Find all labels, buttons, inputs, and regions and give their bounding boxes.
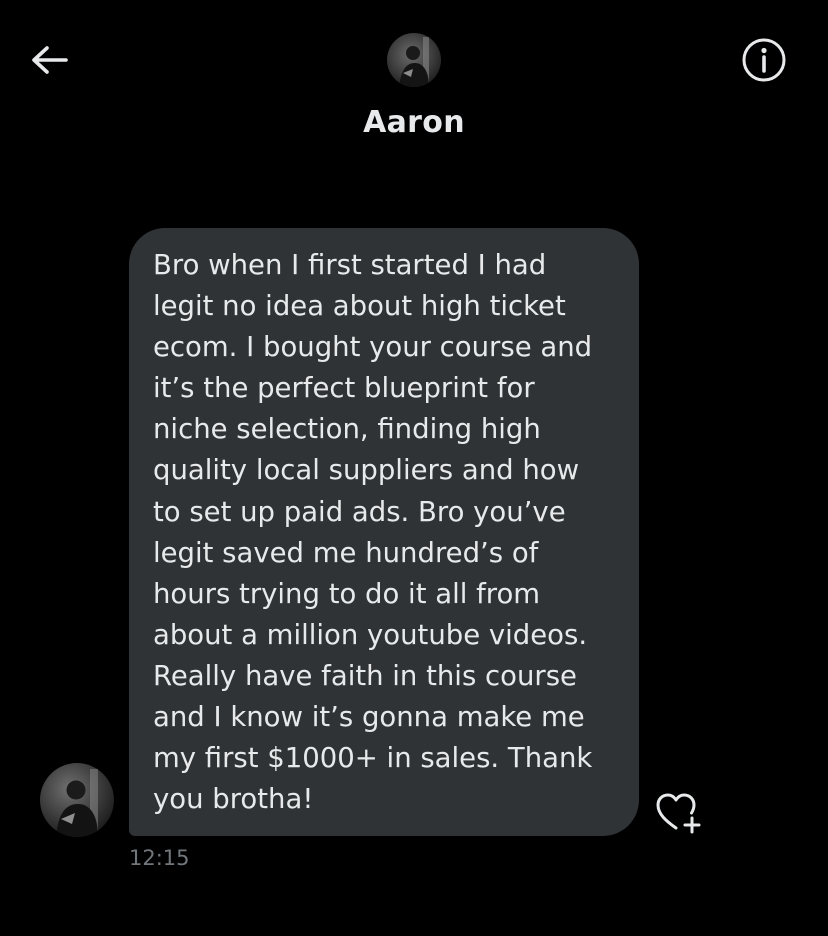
profile-photo — [387, 33, 441, 87]
arrow-left-icon — [32, 46, 68, 74]
message-bubble[interactable]: Bro when I first started I had legit no … — [129, 228, 639, 836]
message-text: Bro when I first started I had legit no … — [153, 249, 593, 816]
contact-name[interactable]: Aaron — [0, 102, 828, 144]
back-button[interactable] — [26, 38, 72, 82]
info-circle-icon — [742, 38, 786, 82]
message-timestamp: 12:15 — [129, 846, 190, 870]
conversation-header: Aaron — [0, 0, 828, 160]
contact-avatar[interactable] — [387, 33, 441, 87]
react-button[interactable] — [654, 790, 704, 834]
heart-plus-icon — [656, 793, 701, 834]
profile-photo — [40, 763, 114, 837]
info-button[interactable] — [738, 34, 790, 86]
sender-avatar[interactable] — [40, 763, 114, 837]
